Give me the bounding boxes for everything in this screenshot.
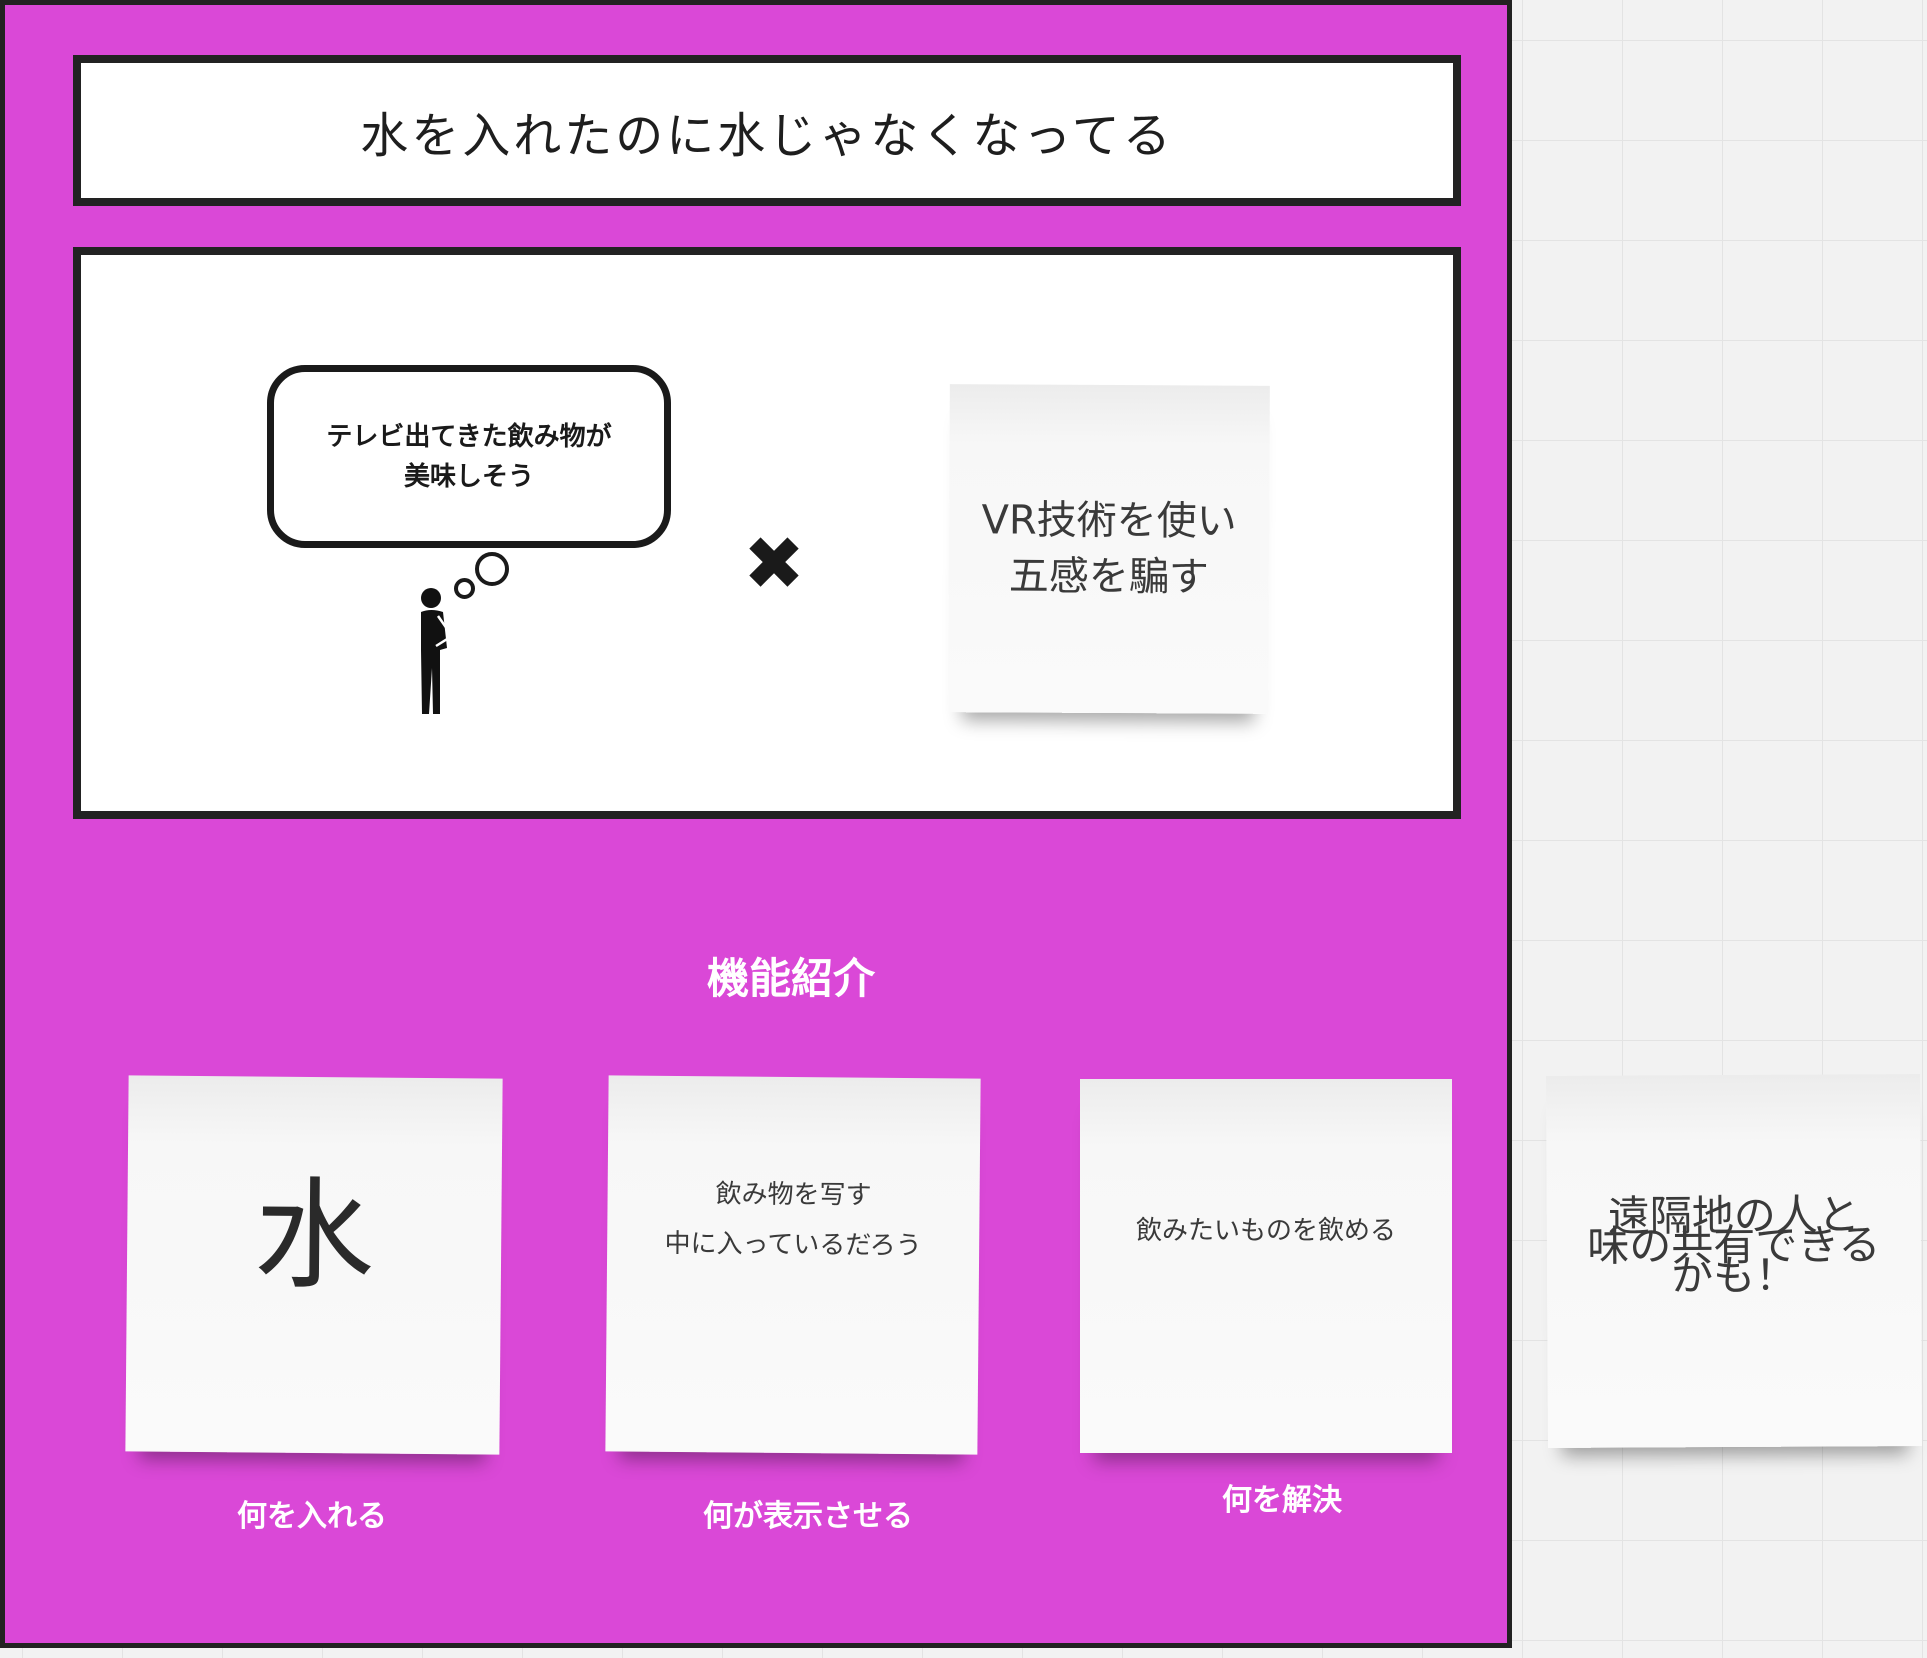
sticky-note-water[interactable]: 水 — [125, 1075, 503, 1455]
thought-dot-large — [475, 552, 509, 586]
title-box[interactable]: 水を入れたのに水じゃなくなってる — [73, 55, 1461, 206]
scene-box[interactable]: テレビ出てきた飲み物が 美味しそう ✖ VR技術を使い 五感を騙す — [73, 247, 1461, 819]
magenta-frame[interactable]: 水を入れたのに水じゃなくなってる テレビ出てきた飲み物が 美味しそう ✖ VR技… — [0, 0, 1512, 1648]
note-solve-text: 飲みたいものを飲める — [1135, 1216, 1396, 1246]
vr-sticky-note[interactable]: VR技術を使い 五感を騙す — [948, 384, 1270, 714]
thought-line-1: テレビ出てきた飲み物が — [326, 421, 612, 452]
side-sticky-note[interactable]: 遠隔地の人と 味の共有できる かも！ — [1546, 1074, 1922, 1448]
thinking-person-icon — [421, 588, 454, 714]
title-text: 水を入れたのに水じゃなくなってる — [360, 107, 1174, 164]
note-display-line-2: 飲み物を写す — [715, 1179, 872, 1211]
side-note-line-3: かも！ — [1670, 1250, 1798, 1301]
thought-dot-small — [454, 578, 475, 599]
features-heading: 機能紹介 — [706, 954, 875, 1003]
thought-bubble[interactable]: テレビ出てきた飲み物が 美味しそう — [267, 365, 671, 548]
vr-note-line-2: 五感を騙す — [1008, 553, 1209, 601]
times-icon: ✖ — [743, 521, 806, 607]
label-what-to-put: 何を入れる — [237, 1499, 387, 1534]
sticky-note-display[interactable]: 中に入っているだろう 飲み物を写す — [605, 1075, 981, 1455]
thought-line-2: 美味しそう — [403, 461, 534, 492]
label-what-to-display: 何が表示させる — [703, 1499, 913, 1534]
note-display-line-1: 中に入っているだろう — [664, 1228, 922, 1262]
sticky-note-solve[interactable]: 飲みたいものを飲める — [1080, 1079, 1452, 1453]
vr-note-line-1: VR技術を使い — [981, 497, 1237, 545]
note-water-text: 水 — [253, 1166, 375, 1307]
label-what-to-solve: 何を解決 — [1222, 1483, 1342, 1518]
